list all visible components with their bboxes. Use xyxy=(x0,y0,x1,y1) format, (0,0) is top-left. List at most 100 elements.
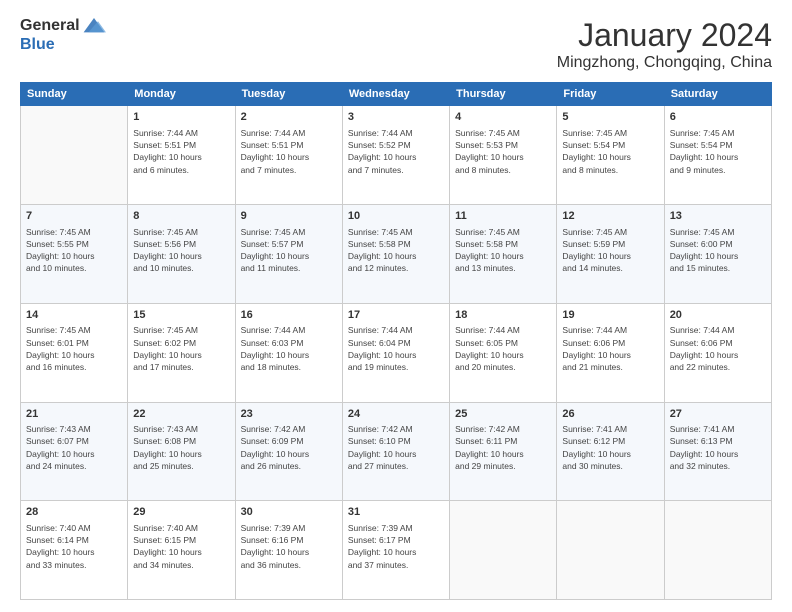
day-number: 29 xyxy=(133,505,229,520)
day-number: 19 xyxy=(562,308,658,323)
day-info: Sunrise: 7:44 AM Sunset: 5:51 PM Dayligh… xyxy=(133,127,229,176)
day-number: 1 xyxy=(133,110,229,125)
calendar-cell xyxy=(664,501,771,600)
col-header-saturday: Saturday xyxy=(664,83,771,106)
calendar-cell: 8 Sunrise: 7:45 AM Sunset: 5:56 PM Daylig… xyxy=(128,205,235,304)
day-number: 4 xyxy=(455,110,551,125)
calendar-subtitle: Mingzhong, Chongqing, China xyxy=(557,54,772,72)
calendar-cell xyxy=(450,501,557,600)
calendar-page: General Blue January 2024 Mingzhong, Cho… xyxy=(0,0,792,612)
day-number: 11 xyxy=(455,209,551,224)
week-row-5: 28 Sunrise: 7:40 AM Sunset: 6:14 PM Dayli… xyxy=(21,501,772,600)
col-header-sunday: Sunday xyxy=(21,83,128,106)
day-info: Sunrise: 7:39 AM Sunset: 6:16 PM Dayligh… xyxy=(241,522,337,571)
week-row-1: 1 Sunrise: 7:44 AM Sunset: 5:51 PM Daylig… xyxy=(21,106,772,205)
calendar-cell: 13 Sunrise: 7:45 AM Sunset: 6:00 PM Dayli… xyxy=(664,205,771,304)
logo-icon xyxy=(82,16,106,36)
calendar-cell: 14Sunrise: 7:45 AM Sunset: 6:01 PM Dayli… xyxy=(21,303,128,402)
calendar-cell: 24Sunrise: 7:42 AM Sunset: 6:10 PM Dayli… xyxy=(342,402,449,501)
day-info: Sunrise: 7:40 AM Sunset: 6:14 PM Dayligh… xyxy=(26,522,122,571)
day-info: Sunrise: 7:43 AM Sunset: 6:08 PM Dayligh… xyxy=(133,423,229,472)
day-number: 10 xyxy=(348,209,444,224)
calendar-cell: 6 Sunrise: 7:45 AM Sunset: 5:54 PM Daylig… xyxy=(664,106,771,205)
day-info: Sunrise: 7:44 AM Sunset: 6:06 PM Dayligh… xyxy=(562,324,658,373)
calendar-cell: 29Sunrise: 7:40 AM Sunset: 6:15 PM Dayli… xyxy=(128,501,235,600)
day-info: Sunrise: 7:45 AM Sunset: 5:54 PM Dayligh… xyxy=(670,127,766,176)
calendar-cell: 20Sunrise: 7:44 AM Sunset: 6:06 PM Dayli… xyxy=(664,303,771,402)
day-number: 25 xyxy=(455,407,551,422)
day-number: 2 xyxy=(241,110,337,125)
day-info: Sunrise: 7:44 AM Sunset: 5:52 PM Dayligh… xyxy=(348,127,444,176)
title-block: January 2024 Mingzhong, Chongqing, China xyxy=(557,16,772,72)
calendar-cell: 26Sunrise: 7:41 AM Sunset: 6:12 PM Dayli… xyxy=(557,402,664,501)
day-info: Sunrise: 7:45 AM Sunset: 5:58 PM Dayligh… xyxy=(455,226,551,275)
header-row: SundayMondayTuesdayWednesdayThursdayFrid… xyxy=(21,83,772,106)
calendar-cell: 3Sunrise: 7:44 AM Sunset: 5:52 PM Daylig… xyxy=(342,106,449,205)
col-header-friday: Friday xyxy=(557,83,664,106)
col-header-monday: Monday xyxy=(128,83,235,106)
day-number: 6 xyxy=(670,110,766,125)
week-row-2: 7 Sunrise: 7:45 AM Sunset: 5:55 PM Daylig… xyxy=(21,205,772,304)
day-info: Sunrise: 7:43 AM Sunset: 6:07 PM Dayligh… xyxy=(26,423,122,472)
day-info: Sunrise: 7:45 AM Sunset: 5:57 PM Dayligh… xyxy=(241,226,337,275)
day-number: 26 xyxy=(562,407,658,422)
day-number: 13 xyxy=(670,209,766,224)
calendar-cell: 23Sunrise: 7:42 AM Sunset: 6:09 PM Dayli… xyxy=(235,402,342,501)
day-info: Sunrise: 7:45 AM Sunset: 5:56 PM Dayligh… xyxy=(133,226,229,275)
day-number: 7 xyxy=(26,209,122,224)
day-number: 12 xyxy=(562,209,658,224)
day-info: Sunrise: 7:41 AM Sunset: 6:13 PM Dayligh… xyxy=(670,423,766,472)
calendar-cell: 15Sunrise: 7:45 AM Sunset: 6:02 PM Dayli… xyxy=(128,303,235,402)
day-info: Sunrise: 7:44 AM Sunset: 6:05 PM Dayligh… xyxy=(455,324,551,373)
calendar-cell: 22Sunrise: 7:43 AM Sunset: 6:08 PM Dayli… xyxy=(128,402,235,501)
day-number: 8 xyxy=(133,209,229,224)
calendar-cell: 30 Sunrise: 7:39 AM Sunset: 6:16 PM Dayli… xyxy=(235,501,342,600)
calendar-cell: 10Sunrise: 7:45 AM Sunset: 5:58 PM Dayli… xyxy=(342,205,449,304)
col-header-thursday: Thursday xyxy=(450,83,557,106)
calendar-cell: 28 Sunrise: 7:40 AM Sunset: 6:14 PM Dayli… xyxy=(21,501,128,600)
calendar-cell: 31Sunrise: 7:39 AM Sunset: 6:17 PM Dayli… xyxy=(342,501,449,600)
calendar-title: January 2024 xyxy=(557,16,772,54)
week-row-3: 14Sunrise: 7:45 AM Sunset: 6:01 PM Dayli… xyxy=(21,303,772,402)
day-number: 14 xyxy=(26,308,122,323)
calendar-cell: 25Sunrise: 7:42 AM Sunset: 6:11 PM Dayli… xyxy=(450,402,557,501)
calendar-cell xyxy=(557,501,664,600)
day-number: 21 xyxy=(26,407,122,422)
calendar-cell: 11 Sunrise: 7:45 AM Sunset: 5:58 PM Dayli… xyxy=(450,205,557,304)
calendar-cell: 12Sunrise: 7:45 AM Sunset: 5:59 PM Dayli… xyxy=(557,205,664,304)
calendar-table: SundayMondayTuesdayWednesdayThursdayFrid… xyxy=(20,82,772,600)
day-info: Sunrise: 7:45 AM Sunset: 6:01 PM Dayligh… xyxy=(26,324,122,373)
calendar-cell: 2 Sunrise: 7:44 AM Sunset: 5:51 PM Daylig… xyxy=(235,106,342,205)
day-number: 22 xyxy=(133,407,229,422)
calendar-cell: 4Sunrise: 7:45 AM Sunset: 5:53 PM Daylig… xyxy=(450,106,557,205)
day-info: Sunrise: 7:42 AM Sunset: 6:10 PM Dayligh… xyxy=(348,423,444,472)
day-info: Sunrise: 7:45 AM Sunset: 5:55 PM Dayligh… xyxy=(26,226,122,275)
week-row-4: 21Sunrise: 7:43 AM Sunset: 6:07 PM Dayli… xyxy=(21,402,772,501)
calendar-cell: 9 Sunrise: 7:45 AM Sunset: 5:57 PM Daylig… xyxy=(235,205,342,304)
col-header-tuesday: Tuesday xyxy=(235,83,342,106)
day-number: 16 xyxy=(241,308,337,323)
day-info: Sunrise: 7:45 AM Sunset: 6:00 PM Dayligh… xyxy=(670,226,766,275)
day-number: 15 xyxy=(133,308,229,323)
day-number: 17 xyxy=(348,308,444,323)
day-info: Sunrise: 7:44 AM Sunset: 6:06 PM Dayligh… xyxy=(670,324,766,373)
day-number: 23 xyxy=(241,407,337,422)
calendar-cell: 21Sunrise: 7:43 AM Sunset: 6:07 PM Dayli… xyxy=(21,402,128,501)
header: General Blue January 2024 Mingzhong, Cho… xyxy=(20,16,772,72)
logo: General Blue xyxy=(20,16,106,54)
day-number: 9 xyxy=(241,209,337,224)
day-number: 5 xyxy=(562,110,658,125)
day-number: 28 xyxy=(26,505,122,520)
calendar-cell: 5Sunrise: 7:45 AM Sunset: 5:54 PM Daylig… xyxy=(557,106,664,205)
col-header-wednesday: Wednesday xyxy=(342,83,449,106)
calendar-cell: 19Sunrise: 7:44 AM Sunset: 6:06 PM Dayli… xyxy=(557,303,664,402)
day-number: 20 xyxy=(670,308,766,323)
day-number: 27 xyxy=(670,407,766,422)
calendar-cell: 18Sunrise: 7:44 AM Sunset: 6:05 PM Dayli… xyxy=(450,303,557,402)
day-info: Sunrise: 7:42 AM Sunset: 6:11 PM Dayligh… xyxy=(455,423,551,472)
day-info: Sunrise: 7:44 AM Sunset: 6:03 PM Dayligh… xyxy=(241,324,337,373)
day-info: Sunrise: 7:41 AM Sunset: 6:12 PM Dayligh… xyxy=(562,423,658,472)
day-number: 30 xyxy=(241,505,337,520)
day-info: Sunrise: 7:44 AM Sunset: 5:51 PM Dayligh… xyxy=(241,127,337,176)
calendar-cell: 27Sunrise: 7:41 AM Sunset: 6:13 PM Dayli… xyxy=(664,402,771,501)
